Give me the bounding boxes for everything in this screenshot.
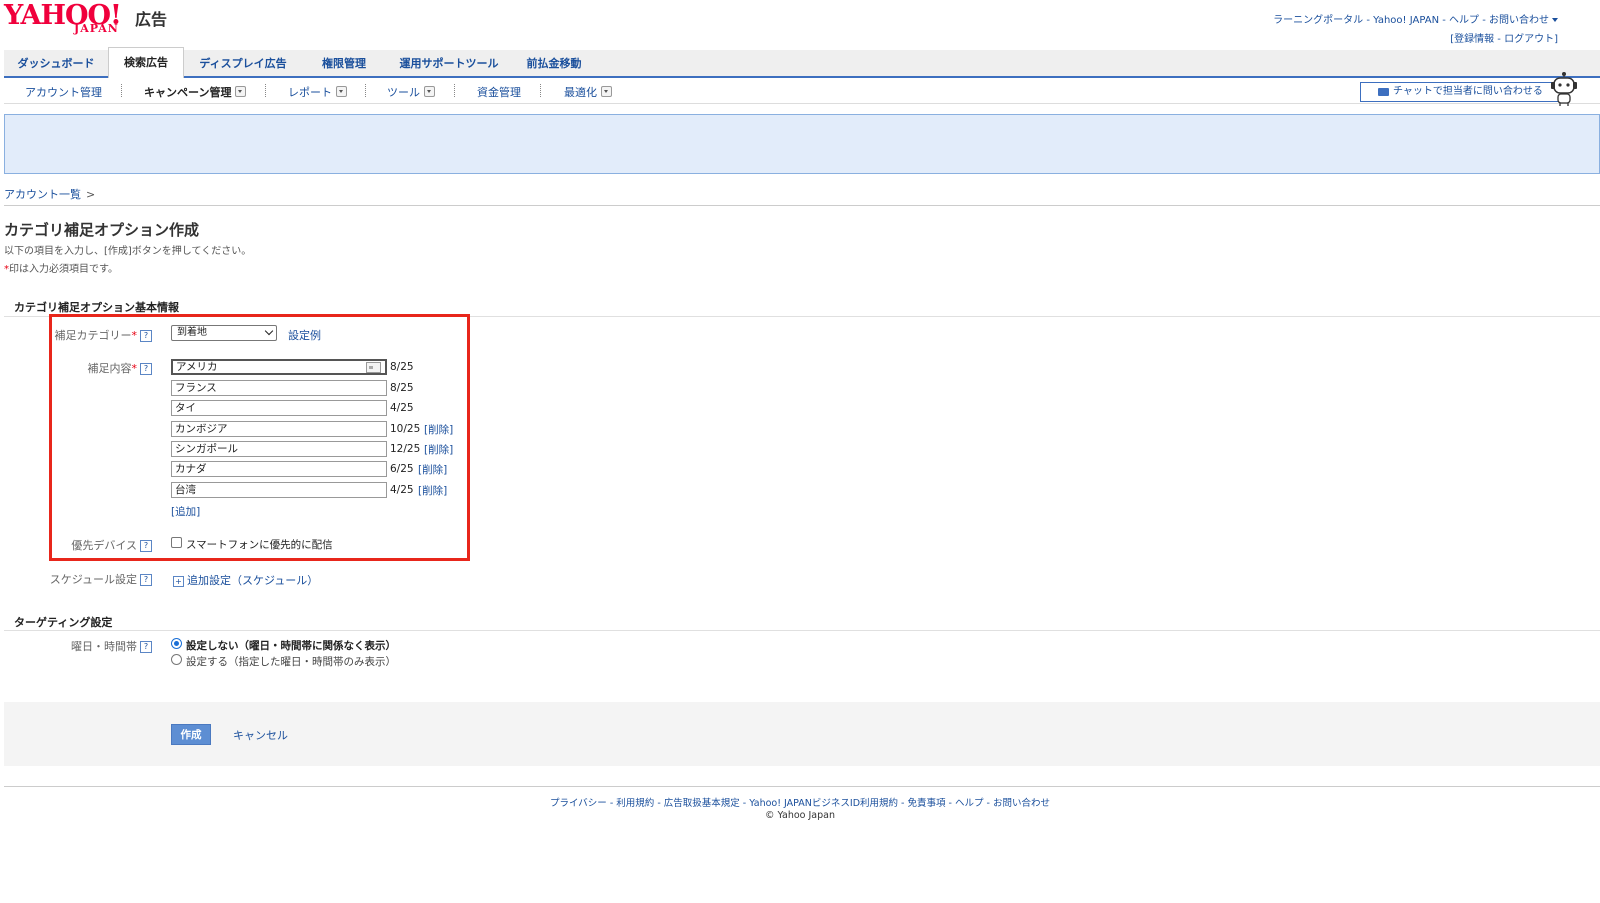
schedule-add-link[interactable]: + 追加設定（スケジュール） [173, 572, 318, 588]
learning-portal-link[interactable]: ラーニングポータル [1273, 15, 1363, 26]
chevron-down-icon[interactable] [1552, 18, 1558, 22]
footer-link-privacy[interactable]: プライバシー [550, 798, 607, 809]
tab-support-tools[interactable]: 運用サポートツール [386, 50, 512, 77]
breadcrumb: アカウント一覧 > [4, 186, 95, 202]
breadcrumb-account-list[interactable]: アカウント一覧 [4, 188, 81, 201]
contact-link[interactable]: お問い合わせ [1489, 15, 1549, 26]
divider [454, 84, 456, 97]
logo-japan-text: JAPAN [74, 22, 119, 35]
day-time-label: 曜日・時間帯? [20, 638, 152, 654]
cancel-link[interactable]: キャンセル [233, 727, 288, 743]
registration-info-link[interactable]: [登録情報 [1450, 34, 1494, 45]
schedule-add-link-text: 追加設定（スケジュール） [187, 574, 319, 587]
header: YAHOO! JAPAN 広告 ラーニングポータル - Yahoo! JAPAN… [0, 0, 1600, 48]
copyright: © Yahoo Japan [765, 810, 835, 821]
section-title-targeting: ターゲティング設定 [14, 616, 113, 629]
divider [540, 84, 542, 97]
day-time-label-text: 曜日・時間帯 [71, 640, 137, 653]
divider [4, 630, 1600, 631]
robot-mascot-icon [1551, 72, 1577, 106]
page-title: カテゴリ補足オプション作成 [4, 221, 200, 239]
subnav-account-management[interactable]: アカウント管理 [25, 84, 102, 100]
schedule-label-text: スケジュール設定 [49, 573, 137, 586]
page-description: 以下の項目を入力し、[作成]ボタンを押してください。 [4, 246, 252, 257]
yahoo-japan-link[interactable]: Yahoo! JAPAN [1373, 15, 1439, 26]
tab-display-ads[interactable]: ディスプレイ広告 [184, 50, 302, 77]
dropdown-icon[interactable] [424, 86, 435, 97]
divider [121, 84, 123, 97]
divider [4, 786, 1600, 787]
subnav-label: 最適化 [564, 86, 597, 99]
dropdown-icon[interactable] [601, 86, 612, 97]
subnav-funds[interactable]: 資金管理 [477, 84, 521, 100]
footer-link-contact[interactable]: お問い合わせ [993, 798, 1050, 809]
info-banner [4, 114, 1600, 174]
help-link[interactable]: ヘルプ [1449, 15, 1479, 26]
subnav-label: レポート [288, 86, 332, 99]
plus-icon: + [173, 576, 184, 587]
tab-prepaid-transfer[interactable]: 前払金移動 [514, 50, 594, 77]
top-links: ラーニングポータル - Yahoo! JAPAN - ヘルプ - お問い合わせ [1273, 11, 1558, 26]
chat-support-button[interactable]: チャットで担当者に問い合わせる [1360, 82, 1564, 102]
account-links: [登録情報 - ログアウト] [1450, 34, 1558, 45]
day-time-off-radio[interactable] [171, 638, 182, 649]
dropdown-icon[interactable] [336, 86, 347, 97]
help-icon[interactable]: ? [140, 641, 152, 653]
create-button[interactable]: 作成 [171, 724, 211, 745]
divider [4, 205, 1600, 206]
tab-search-ads[interactable]: 検索広告 [108, 47, 184, 78]
footer-link-disclaimer[interactable]: 免責事項 [908, 798, 946, 809]
subnav-label: キャンペーン管理 [144, 86, 232, 99]
chat-button-label: チャットで担当者に問い合わせる [1393, 86, 1543, 97]
main-tabs: ダッシュボード 検索広告 ディスプレイ広告 権限管理 運用サポートツール 前払金… [4, 47, 1600, 78]
logout-link[interactable]: ログアウト] [1504, 34, 1558, 45]
help-icon[interactable]: ? [140, 574, 152, 586]
chat-bubble-icon [1378, 88, 1389, 96]
subnav-label: ツール [387, 86, 420, 99]
day-time-off-label: 設定しない（曜日・時間帯に関係なく表示） [186, 640, 396, 652]
divider [265, 84, 267, 97]
footer-link-help[interactable]: ヘルプ [955, 798, 984, 809]
schedule-label: スケジュール設定? [20, 571, 152, 587]
section-title-basic: カテゴリ補足オプション基本情報 [14, 301, 179, 314]
breadcrumb-arrow: > [86, 188, 96, 201]
subnav-tools[interactable]: ツール [387, 84, 435, 100]
subnav-optimization[interactable]: 最適化 [564, 84, 612, 100]
day-time-on-label: 設定する（指定した曜日・時間帯のみ表示） [186, 656, 396, 668]
subnav-report[interactable]: レポート [288, 84, 347, 100]
footer-link-ad-rules[interactable]: 広告取扱基本規定 [664, 798, 740, 809]
dropdown-icon[interactable] [235, 86, 247, 97]
highlight-box [49, 314, 470, 561]
footer-links: プライバシー - 利用規約 - 広告取扱基本規定 - Yahoo! JAPANビ… [550, 798, 1050, 809]
footer-link-business-id[interactable]: Yahoo! JAPANビジネスID利用規約 [749, 798, 898, 809]
footer-link-terms[interactable]: 利用規約 [616, 798, 654, 809]
logo-ad-text: 広告 [135, 10, 168, 29]
tab-permissions[interactable]: 権限管理 [304, 50, 384, 77]
required-note-text: 印は入力必須項目です。 [9, 264, 118, 275]
subnav-campaign-management[interactable]: キャンペーン管理 [144, 84, 247, 100]
required-note: *印は入力必須項目です。 [4, 260, 118, 275]
day-time-on-radio[interactable] [171, 654, 182, 665]
tab-dashboard[interactable]: ダッシュボード [4, 50, 108, 77]
yahoo-ad-logo[interactable]: YAHOO! JAPAN 広告 [4, 0, 174, 42]
divider [365, 84, 367, 97]
